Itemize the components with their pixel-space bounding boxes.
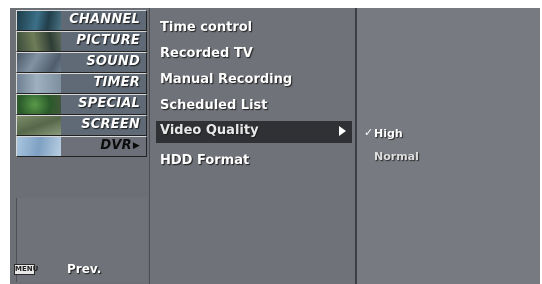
category-picture[interactable]: PICTURE: [16, 31, 147, 52]
menu-key-icon[interactable]: MENU: [14, 264, 38, 275]
option-label: High: [374, 127, 403, 140]
category-dvr[interactable]: DVR▶: [16, 136, 147, 157]
triangle-right-icon: [339, 126, 346, 136]
picture-thumbnail-icon: [17, 32, 61, 51]
channel-thumbnail-icon: [17, 11, 61, 30]
category-channel[interactable]: CHANNEL: [16, 10, 147, 31]
category-screen[interactable]: SCREEN: [16, 115, 147, 136]
dvr-thumbnail-icon: [17, 137, 61, 156]
category-label: TIMER: [93, 75, 140, 90]
category-special[interactable]: SPECIAL: [16, 94, 147, 115]
timer-thumbnail-icon: [17, 74, 61, 93]
option-label: Normal: [374, 150, 419, 163]
submenu-item-time-control[interactable]: Time control: [156, 18, 352, 40]
submenu-item-hdd-format[interactable]: HDD Format: [156, 151, 352, 173]
sound-thumbnail-icon: [17, 53, 61, 72]
category-label: SPECIAL: [78, 96, 140, 111]
dvr-menu-screen: CHANNEL PICTURE SOUND TIMER SPECIAL SCRE…: [10, 8, 540, 284]
checkmark-icon: ✓: [364, 126, 374, 139]
submenu-item-scheduled-list[interactable]: Scheduled List: [156, 96, 352, 118]
submenu-item-video-quality[interactable]: Video Quality: [156, 121, 352, 143]
category-label: DVR▶: [100, 138, 140, 153]
category-panel: CHANNEL PICTURE SOUND TIMER SPECIAL SCRE…: [10, 8, 149, 284]
submenu-item-recorded-tv[interactable]: Recorded TV: [156, 44, 352, 66]
category-sound[interactable]: SOUND: [16, 52, 147, 73]
submenu-item-label: Recorded TV: [160, 46, 253, 61]
submenu-item-label: Scheduled List: [160, 98, 268, 113]
dvr-label-text: DVR: [100, 138, 132, 153]
screen-thumbnail-icon: [17, 116, 61, 135]
category-label: SCREEN: [81, 117, 140, 132]
triangle-right-icon: ▶: [132, 141, 140, 151]
category-label: CHANNEL: [69, 12, 140, 27]
category-label: PICTURE: [76, 33, 140, 48]
submenu-item-manual-recording[interactable]: Manual Recording: [156, 70, 352, 92]
options-panel: ✓ High Normal: [355, 8, 540, 284]
submenu-item-label: Manual Recording: [160, 72, 293, 87]
submenu-panel: Time control Recorded TV Manual Recordin…: [149, 8, 355, 284]
category-timer[interactable]: TIMER: [16, 73, 147, 94]
category-label: SOUND: [86, 54, 140, 69]
submenu-item-label: Time control: [160, 20, 253, 35]
submenu-item-label: Video Quality: [160, 123, 259, 138]
special-thumbnail-icon: [17, 95, 61, 114]
submenu-item-label: HDD Format: [160, 153, 250, 168]
option-high[interactable]: ✓ High: [357, 124, 537, 144]
prev-label: Prev.: [67, 262, 102, 276]
option-normal[interactable]: Normal: [357, 147, 537, 167]
